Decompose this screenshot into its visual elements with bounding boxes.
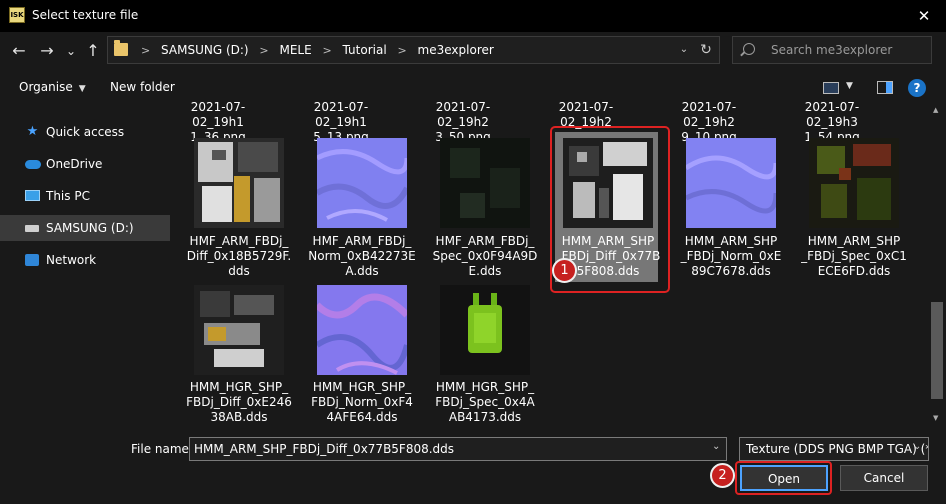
drive-icon — [25, 225, 39, 232]
network-icon — [25, 254, 39, 266]
app-icon: ISK — [9, 7, 25, 23]
thumbnail-normal-map[interactable] — [686, 138, 776, 228]
breadcrumb-drive[interactable]: SAMSUNG (D:) — [161, 43, 249, 57]
breadcrumb: > SAMSUNG (D:) > MELE > Tutorial > me3ex… — [134, 37, 494, 63]
address-dropdown-icon[interactable]: ⌄ — [675, 37, 693, 63]
title-bar: ISK Select texture file ✕ — [0, 0, 946, 32]
close-button[interactable]: ✕ — [912, 4, 936, 28]
file-type-select[interactable]: Texture (DDS PNG BMP TGA) (*. — [739, 437, 929, 461]
cancel-button[interactable]: Cancel — [840, 465, 928, 491]
file-item-label[interactable]: HMM_HGR_SHP_ FBDj_Spec_0x4A AB4173.dds — [430, 380, 540, 425]
file-item-label[interactable]: HMF_ARM_FBDj_ Diff_0x18B5729F. dds — [184, 234, 294, 279]
breadcrumb-separator: > — [397, 44, 407, 57]
recent-locations-icon[interactable]: ⌄ — [60, 40, 82, 62]
thumbnail-diffuse-armor[interactable] — [194, 138, 284, 228]
sidebar-item-label: This PC — [46, 189, 90, 203]
breadcrumb-separator: > — [259, 44, 269, 57]
new-folder-button[interactable]: New folder — [110, 72, 175, 102]
organise-menu[interactable]: Organise ▼ — [19, 72, 86, 102]
sidebar-item-network[interactable]: Network — [0, 247, 170, 273]
refresh-icon[interactable]: ↻ — [697, 37, 715, 63]
dropdown-arrow-icon: ▼ — [78, 84, 86, 94]
thumbnail-specular-color[interactable] — [809, 138, 899, 228]
view-dropdown-icon[interactable]: ▼ — [846, 81, 853, 91]
address-bar[interactable]: > SAMSUNG (D:) > MELE > Tutorial > me3ex… — [107, 36, 720, 64]
computer-icon — [25, 190, 40, 201]
sidebar-item-label: OneDrive — [46, 157, 103, 171]
sidebar-item-onedrive[interactable]: OneDrive — [0, 151, 170, 177]
sidebar-item-label: Quick access — [46, 125, 125, 139]
sidebar-item-label: Network — [46, 253, 97, 267]
open-button[interactable]: Open — [740, 465, 828, 491]
file-item-label[interactable]: HMM_HGR_SHP_ FBDj_Diff_0xE246 38AB.dds — [184, 380, 294, 425]
file-item-label[interactable]: HMM_ARM_SHP _FBDj_Spec_0xC1 ECE6FD.dds — [799, 234, 909, 279]
breadcrumb-me3explorer[interactable]: me3explorer — [418, 43, 494, 57]
file-name-dropdown-icon[interactable]: ⌄ — [712, 441, 720, 452]
file-item-label[interactable]: HMF_ARM_FBDj_ Spec_0x0F94A9D E.dds — [430, 234, 540, 279]
vertical-scrollbar[interactable]: ▲ ▼ — [928, 102, 946, 426]
cloud-icon — [25, 160, 41, 169]
search-box[interactable] — [732, 36, 932, 64]
annotation-badge-2: 2 — [710, 463, 735, 488]
change-view-icon[interactable] — [823, 82, 839, 94]
sidebar-item-label: SAMSUNG (D:) — [46, 221, 134, 235]
file-name-label: File name: — [131, 442, 193, 456]
organise-label: Organise — [19, 80, 73, 94]
thumbnail-specular-green[interactable] — [440, 285, 530, 375]
file-name-input[interactable] — [189, 437, 727, 461]
breadcrumb-mele[interactable]: MELE — [279, 43, 311, 57]
file-item-label[interactable]: HMF_ARM_FBDj_ Norm_0xB42273E A.dds — [307, 234, 417, 279]
thumbnail-normal-map-2[interactable] — [317, 285, 407, 375]
breadcrumb-tutorial[interactable]: Tutorial — [343, 43, 387, 57]
search-input[interactable] — [771, 37, 926, 63]
breadcrumb-separator: > — [141, 44, 151, 57]
scroll-down-icon[interactable]: ▼ — [933, 414, 938, 422]
file-type-dropdown-icon[interactable]: ⌄ — [913, 441, 921, 452]
thumbnail-specular-dark[interactable] — [440, 138, 530, 228]
command-bar: Organise ▼ New folder — [0, 72, 946, 102]
sidebar-item-quick-access[interactable]: ★ Quick access — [0, 119, 170, 145]
search-icon — [743, 43, 755, 55]
sidebar-item-this-pc[interactable]: This PC — [0, 183, 170, 209]
scrollbar-thumb[interactable] — [931, 302, 943, 399]
forward-arrow-icon[interactable]: → — [36, 40, 58, 62]
annotation-badge-1: 1 — [552, 258, 577, 283]
sidebar-item-samsung-drive[interactable]: SAMSUNG (D:) — [0, 215, 170, 241]
folder-icon — [114, 40, 128, 56]
window-title: Select texture file — [32, 8, 139, 22]
back-arrow-icon[interactable]: ← — [8, 40, 30, 62]
star-icon: ★ — [26, 124, 39, 139]
up-arrow-icon[interactable]: ↑ — [82, 40, 104, 62]
file-item-label[interactable]: HMM_HGR_SHP_ FBDj_Norm_0xF4 4AFE64.dds — [307, 380, 417, 425]
help-icon[interactable]: ? — [908, 79, 926, 97]
preview-pane-icon[interactable] — [877, 81, 893, 94]
file-item-label[interactable]: HMM_ARM_SHP _FBDj_Norm_0xE 89C7678.dds — [676, 234, 786, 279]
thumbnail-normal-map[interactable] — [317, 138, 407, 228]
thumbnail-diffuse-hand[interactable] — [194, 285, 284, 375]
scroll-up-icon[interactable]: ▲ — [933, 106, 938, 114]
navigation-pane: ★ Quick access OneDrive This PC SAMSUNG … — [0, 102, 170, 426]
breadcrumb-separator: > — [322, 44, 332, 57]
